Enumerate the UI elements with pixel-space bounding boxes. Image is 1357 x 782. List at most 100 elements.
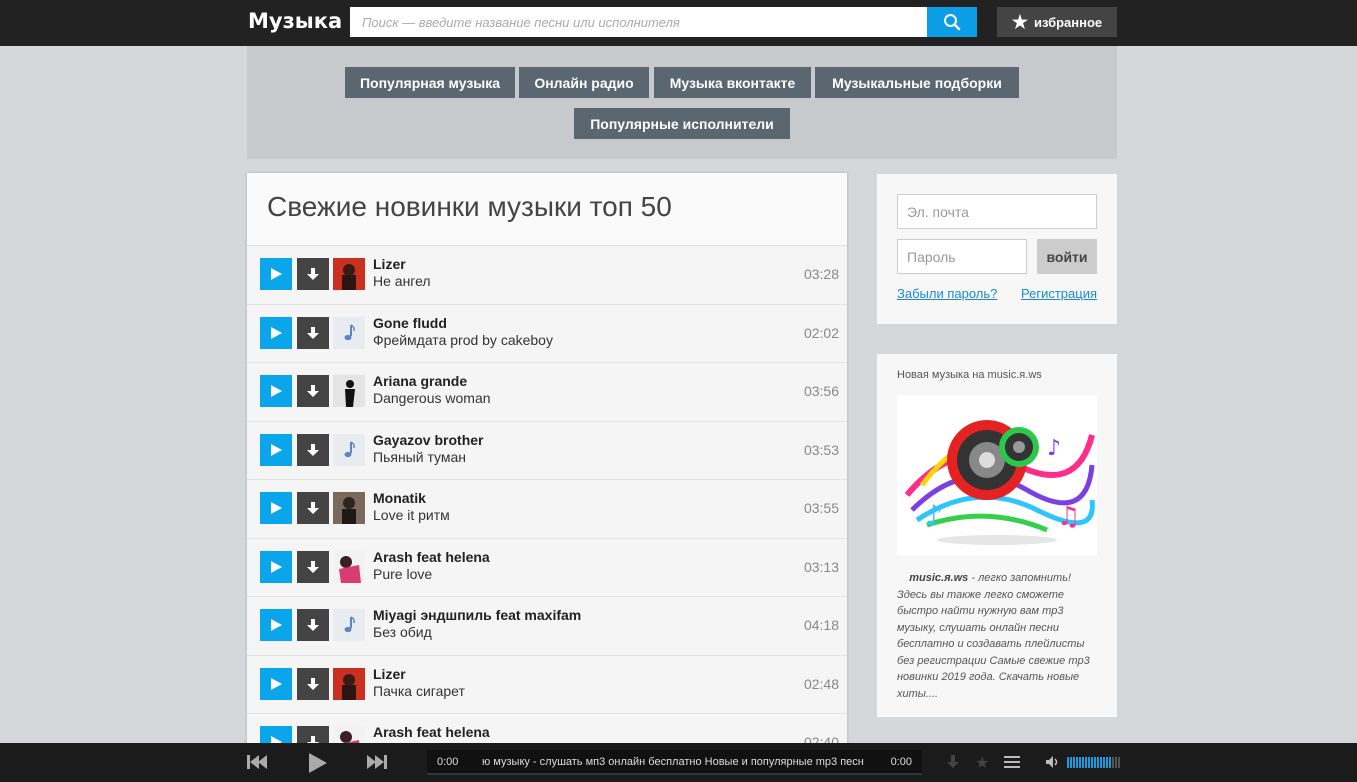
favorites-button[interactable]: ★ избранное	[997, 7, 1117, 37]
search-icon	[944, 14, 961, 31]
track-thumbnail	[333, 258, 365, 290]
download-icon	[307, 619, 319, 631]
play-button[interactable]	[260, 667, 292, 700]
volume-level-bar	[1109, 757, 1111, 768]
next-track-icon[interactable]	[366, 752, 388, 772]
favorites-label: избранное	[1033, 14, 1103, 30]
play-button[interactable]	[260, 550, 292, 583]
track-duration: 02:02	[803, 324, 839, 341]
download-button[interactable]	[297, 550, 329, 583]
search-input[interactable]	[350, 7, 927, 37]
search-button[interactable]	[927, 7, 977, 37]
track-artist[interactable]: Lizer	[373, 256, 406, 272]
site-logo[interactable]: Музыка	[248, 9, 342, 33]
download-icon	[307, 385, 319, 397]
track-title[interactable]: Не ангел	[373, 273, 431, 289]
play-icon	[271, 268, 282, 280]
track-artist[interactable]: Arash feat helena	[373, 549, 490, 565]
nav-vk-music[interactable]: Музыка вконтакте	[654, 67, 811, 98]
nav-collections[interactable]: Музыкальные подборки	[815, 67, 1019, 98]
play-icon	[271, 502, 282, 514]
track-artist[interactable]: Ariana grande	[373, 373, 467, 389]
site-description: music.я.ws - легко запомнить! Здесь вы т…	[897, 570, 1102, 702]
volume-icon[interactable]	[1045, 755, 1061, 769]
download-button[interactable]	[297, 316, 329, 349]
download-icon	[307, 326, 319, 339]
register-link[interactable]: Регистрация	[1021, 286, 1097, 301]
download-button[interactable]	[297, 258, 329, 290]
favorite-star-icon[interactable]: ★	[975, 753, 989, 773]
track-title[interactable]: Фреймдата prod by cakeboy	[373, 332, 553, 348]
track-title[interactable]: Dangerous woman	[373, 390, 491, 406]
download-button[interactable]	[297, 609, 329, 641]
track-list: Lizer Не ангел 03:28 Gone fludd Фреймдата pr…	[247, 245, 847, 753]
track-title[interactable]: Пьяный туман	[373, 449, 466, 465]
track-row[interactable]: Gayazov brother Пьяный туман 03:53	[247, 421, 847, 480]
volume-slider[interactable]	[1067, 757, 1120, 768]
login-button[interactable]: войти	[1037, 239, 1097, 274]
volume-level-bar	[1106, 757, 1108, 768]
volume-level-bar	[1100, 757, 1102, 768]
track-title[interactable]: Love it ритм	[373, 507, 450, 523]
download-icon[interactable]	[946, 754, 960, 770]
volume-level-bar	[1070, 757, 1072, 768]
download-icon	[307, 677, 319, 690]
track-row[interactable]: Lizer Пачка сигарет 02:48	[247, 655, 847, 714]
track-artist[interactable]: Gayazov brother	[373, 432, 483, 448]
track-artist[interactable]: Gone fludd	[373, 315, 447, 331]
track-duration: 03:53	[803, 441, 839, 458]
play-icon	[271, 619, 282, 631]
track-thumbnail	[333, 609, 365, 641]
ticker-text: ю музыку - слушать мп3 онлайн бесплатно …	[482, 756, 864, 768]
track-thumbnail	[333, 667, 365, 700]
forgot-password-link[interactable]: Забыли пароль?	[897, 286, 997, 301]
download-button[interactable]	[297, 667, 329, 700]
current-time: 0:00	[437, 756, 459, 768]
star-icon: ★	[1011, 12, 1028, 32]
playlist-icon[interactable]	[1004, 755, 1020, 769]
track-title[interactable]: Пачка сигарет	[373, 683, 465, 699]
nav-popular-artists[interactable]: Популярные исполнители	[574, 108, 790, 139]
track-row[interactable]: Arash feat helena Pure love 03:13	[247, 538, 847, 597]
play-button[interactable]	[260, 433, 292, 466]
download-icon	[307, 268, 319, 280]
music-speaker-illustration: ♪ ♫ ♪	[897, 395, 1097, 555]
password-field[interactable]	[897, 239, 1027, 274]
download-button[interactable]	[297, 433, 329, 466]
nav-popular-music[interactable]: Популярная музыка	[345, 67, 515, 98]
volume-level-bar	[1118, 757, 1120, 768]
track-thumbnail	[333, 433, 365, 466]
play-button[interactable]	[260, 316, 292, 349]
info-heading: Новая музыка на music.я.ws	[897, 369, 1042, 381]
now-playing-ticker[interactable]: 0:00 ю музыку - слушать мп3 онлайн беспл…	[427, 750, 922, 775]
top-bar: Музыка ★ избранное	[0, 0, 1357, 46]
play-icon[interactable]	[307, 752, 329, 774]
play-icon	[271, 326, 282, 339]
track-artist[interactable]: Lizer	[373, 666, 406, 682]
page-title: Свежие новинки музыки топ 50	[267, 191, 672, 222]
progress-bar[interactable]	[427, 773, 922, 775]
track-title[interactable]: Без обид	[373, 624, 432, 640]
play-button[interactable]	[260, 258, 292, 290]
play-button[interactable]	[260, 375, 292, 407]
play-button[interactable]	[260, 609, 292, 641]
track-row[interactable]: Lizer Не ангел 03:28	[247, 246, 847, 305]
previous-track-icon[interactable]	[246, 752, 268, 772]
volume-level-bar	[1103, 757, 1105, 768]
track-artist[interactable]: Miyagi эндшпиль feat maxifam	[373, 607, 581, 623]
track-artist[interactable]: Monatik	[373, 490, 426, 506]
track-row[interactable]: Gone fludd Фреймдата prod by cakeboy 02:02	[247, 304, 847, 363]
nav-online-radio[interactable]: Онлайн радио	[519, 67, 649, 98]
play-icon	[271, 385, 282, 397]
play-button[interactable]	[260, 492, 292, 524]
track-artist[interactable]: Arash feat helena	[373, 724, 490, 740]
download-button[interactable]	[297, 375, 329, 407]
download-button[interactable]	[297, 492, 329, 524]
track-row[interactable]: Miyagi эндшпиль feat maxifam Без обид 04:1…	[247, 597, 847, 656]
track-title[interactable]: Pure love	[373, 566, 432, 582]
play-icon	[271, 677, 282, 690]
track-row[interactable]: Ariana grande Dangerous woman 03:56	[247, 363, 847, 422]
svg-text:♪: ♪	[1047, 436, 1061, 461]
email-field[interactable]	[897, 194, 1097, 229]
track-row[interactable]: Monatik Love it ритм 03:55	[247, 480, 847, 539]
